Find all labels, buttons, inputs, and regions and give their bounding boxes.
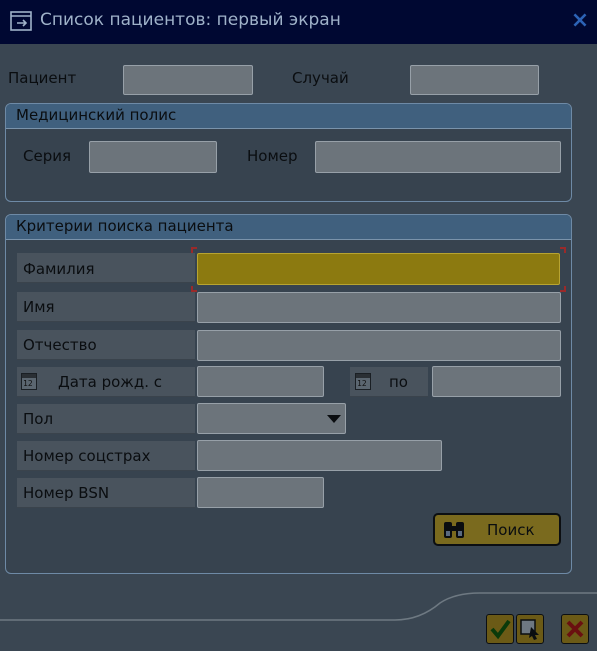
firstname-label: Имя: [23, 298, 55, 316]
close-icon[interactable]: ×: [568, 8, 592, 34]
checkmark-icon: [490, 619, 511, 640]
birthdate-from-label: Дата рожд. с: [58, 373, 162, 391]
birthdate-to-input[interactable]: [432, 366, 561, 397]
lastname-label: Фамилия: [23, 260, 95, 278]
focus-corner: [560, 286, 566, 292]
calendar-icon[interactable]: 12: [355, 373, 371, 390]
focus-corner: [191, 286, 197, 292]
select-icon: [520, 619, 539, 640]
series-label: Серия: [23, 147, 71, 165]
policy-number-input[interactable]: [315, 141, 561, 173]
ssn-input[interactable]: [197, 440, 442, 471]
case-label: Случай: [292, 69, 349, 87]
lastname-input[interactable]: [197, 253, 560, 285]
confirm-button[interactable]: [486, 614, 514, 644]
policy-group-header: Медицинский полис: [6, 104, 571, 129]
patronymic-label: Отчество: [23, 336, 97, 354]
cancel-icon: [566, 620, 584, 638]
series-input[interactable]: [89, 141, 217, 173]
ssn-label: Номер соцстрах: [23, 447, 151, 465]
search-button-label: Поиск: [487, 521, 535, 539]
patient-input[interactable]: [123, 65, 253, 95]
window-title: Список пациентов: первый экран: [40, 10, 341, 30]
bsn-input[interactable]: [197, 477, 324, 508]
case-input[interactable]: [410, 65, 539, 95]
search-group-title: Критерии поиска пациента: [16, 217, 234, 235]
multiple-selection-button[interactable]: [516, 614, 544, 644]
chevron-down-icon[interactable]: [327, 415, 341, 423]
focus-corner: [191, 247, 197, 253]
binoculars-icon: [444, 522, 464, 538]
search-group-header: Критерии поиска пациента: [6, 215, 571, 240]
policy-number-label: Номер: [247, 147, 298, 165]
calendar-icon[interactable]: 12: [21, 373, 37, 390]
title-bar: Список пациентов: первый экран ×: [0, 0, 597, 44]
birthdate-from-input[interactable]: [197, 366, 324, 397]
birthdate-to-label: по: [389, 373, 408, 391]
sex-label: Пол: [23, 410, 54, 428]
policy-group-title: Медицинский полис: [16, 106, 177, 124]
patronymic-input[interactable]: [197, 330, 561, 361]
sex-select[interactable]: [197, 403, 346, 434]
patient-label: Пациент: [8, 69, 77, 87]
search-button[interactable]: Поиск: [433, 513, 561, 546]
firstname-input[interactable]: [197, 292, 561, 323]
focus-corner: [560, 247, 566, 253]
cancel-button[interactable]: [561, 614, 589, 644]
bsn-label: Номер BSN: [23, 484, 110, 502]
window-icon: [10, 11, 32, 31]
